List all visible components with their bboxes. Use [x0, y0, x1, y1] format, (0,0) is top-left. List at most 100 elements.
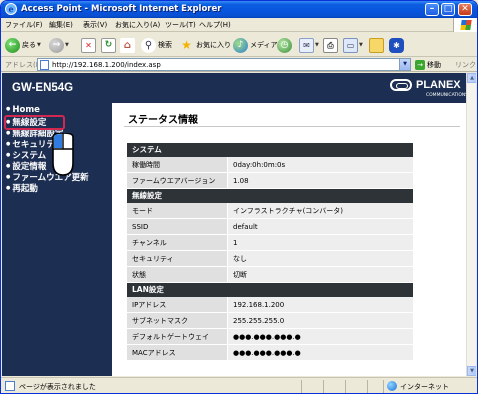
security-zone: インターネット [400, 383, 449, 391]
row-key: ファームウエアバージョン [127, 173, 227, 188]
history-button[interactable]: ◷ [277, 36, 292, 54]
menu-view[interactable]: 表示(V) [83, 20, 107, 30]
status-divider [301, 380, 302, 393]
back-arrow-icon: ← [5, 37, 20, 53]
star-icon: ★ [181, 37, 192, 52]
browser-window: e Access Point - Microsoft Internet Expl… [0, 0, 478, 394]
section-wireless: 無線設定 [127, 189, 413, 203]
refresh-button[interactable]: ↻ [101, 36, 116, 54]
sidebar-item-reboot[interactable]: 再起動 [6, 182, 38, 194]
internet-zone-icon [387, 381, 397, 391]
edit-button[interactable]: ▭ ▼ [343, 36, 363, 54]
planex-logo-icon [390, 79, 412, 91]
home-button[interactable]: ⌂ [120, 36, 135, 54]
chevron-down-icon[interactable]: ▼ [315, 42, 319, 48]
window-title: Access Point - Microsoft Internet Explor… [21, 4, 222, 14]
windows-logo [453, 18, 477, 32]
ie-icon: e [5, 3, 17, 15]
row-key: サブネットマスク [127, 313, 227, 328]
main-panel: ステータス情報 システム 稼働時間 0day:0h:0m:0s ファームウエアバー… [112, 103, 466, 376]
sidebar-item-home[interactable]: Home [6, 105, 40, 115]
scroll-up-button[interactable]: ▲ [467, 73, 476, 83]
search-label: 検索 [158, 41, 172, 49]
address-input[interactable]: http://192.168.1.200/index.asp ▼ [37, 58, 411, 71]
page-content: GW-EN54G PLANEX COMMUNICATIONS Home 無線設定… [2, 73, 476, 376]
favorites-button[interactable]: ★ お気に入り [179, 36, 231, 54]
menu-bar: ファイル(F) 編集(E) 表示(V) お気に入り(A) ツール(T) ヘルプ(… [1, 18, 477, 32]
search-button[interactable]: ⚲ 検索 [141, 36, 172, 54]
scroll-down-button[interactable]: ▼ [467, 366, 476, 376]
row-value: なし [227, 251, 413, 266]
go-arrow-icon: → [415, 59, 425, 70]
windows-flag-icon [460, 20, 472, 30]
row-key: チャンネル [127, 235, 227, 250]
stop-button[interactable]: ✕ [81, 36, 96, 54]
menu-tools[interactable]: ツール(T) [165, 20, 196, 30]
stop-icon: ✕ [81, 37, 96, 53]
row-value: 192.168.1.200 [227, 297, 413, 312]
folder-icon [369, 37, 384, 53]
print-button[interactable]: ⎙ [323, 36, 338, 54]
row-value: ●●●.●●●.●●●.● [227, 329, 413, 344]
search-icon: ⚲ [141, 37, 156, 53]
menu-favorites[interactable]: お気に入り(A) [115, 20, 160, 30]
address-dropdown-button[interactable]: ▼ [399, 59, 410, 70]
page-title: ステータス情報 [128, 115, 198, 126]
close-button[interactable]: ✕ [458, 3, 472, 16]
forward-button[interactable]: → ▼ [49, 36, 69, 54]
row-key: モード [127, 203, 227, 218]
bluetooth-button[interactable]: ✱ [389, 36, 404, 54]
media-button[interactable]: ♪ メディア [233, 36, 278, 54]
chevron-down-icon[interactable]: ▼ [65, 42, 69, 48]
history-icon: ◷ [277, 37, 292, 53]
chevron-down-icon[interactable]: ▼ [359, 42, 363, 48]
divider [124, 126, 460, 127]
mail-button[interactable]: ✉ ▼ [299, 36, 319, 54]
mail-icon: ✉ [299, 37, 314, 53]
row-key: 稼働時間 [127, 157, 227, 172]
section-system: システム [127, 143, 413, 157]
address-url[interactable]: http://192.168.1.200/index.asp [52, 61, 161, 69]
table-row: セキュリティ なし [127, 251, 413, 267]
chevron-down-icon[interactable]: ▼ [37, 42, 41, 48]
page-icon [40, 60, 49, 70]
row-value: インフラストラクチャ(コンバータ) [227, 203, 413, 218]
bluetooth-icon: ✱ [389, 37, 404, 53]
menu-help[interactable]: ヘルプ(H) [199, 20, 231, 30]
row-value: 1.08 [227, 173, 413, 188]
back-button[interactable]: ← 戻る ▼ [5, 36, 41, 54]
folder-button[interactable] [369, 36, 384, 54]
table-row: モード インフラストラクチャ(コンバータ) [127, 203, 413, 219]
status-divider [323, 380, 324, 393]
row-key: MACアドレス [127, 345, 227, 360]
vertical-scrollbar[interactable]: ▲ ▼ [466, 73, 476, 376]
media-label: メディア [250, 41, 278, 49]
row-value: 切断 [227, 267, 413, 282]
table-row: サブネットマスク 255.255.255.0 [127, 313, 413, 329]
device-banner: GW-EN54G PLANEX COMMUNICATIONS [2, 73, 468, 103]
go-button[interactable]: → 移動 [415, 58, 441, 71]
links-button[interactable]: リンク [455, 60, 476, 70]
page-done-icon [5, 381, 15, 391]
favorites-label: お気に入り [196, 41, 231, 49]
refresh-icon: ↻ [101, 37, 116, 53]
table-row: チャンネル 1 [127, 235, 413, 251]
status-bar: ページが表示されました インターネット [1, 377, 477, 393]
row-key: セキュリティ [127, 251, 227, 266]
menu-edit[interactable]: 編集(E) [49, 20, 73, 30]
printer-icon: ⎙ [323, 37, 338, 53]
table-row: MACアドレス ●●●.●●●.●●●.● [127, 345, 413, 361]
maximize-button[interactable]: □ [441, 3, 455, 16]
row-value: 255.255.255.0 [227, 313, 413, 328]
table-row: SSID default [127, 219, 413, 235]
menu-file[interactable]: ファイル(F) [5, 20, 43, 30]
edit-icon: ▭ [343, 37, 358, 53]
table-row: 稼働時間 0day:0h:0m:0s [127, 157, 413, 173]
section-lan: LAN設定 [127, 283, 413, 297]
table-row: デフォルトゲートウェイ ●●●.●●●.●●●.● [127, 329, 413, 345]
status-text: ページが表示されました [19, 383, 96, 391]
minimize-button[interactable]: – [425, 3, 439, 16]
brand-name: PLANEX [416, 78, 461, 91]
media-icon: ♪ [233, 37, 248, 53]
title-bar[interactable]: e Access Point - Microsoft Internet Expl… [1, 1, 477, 18]
